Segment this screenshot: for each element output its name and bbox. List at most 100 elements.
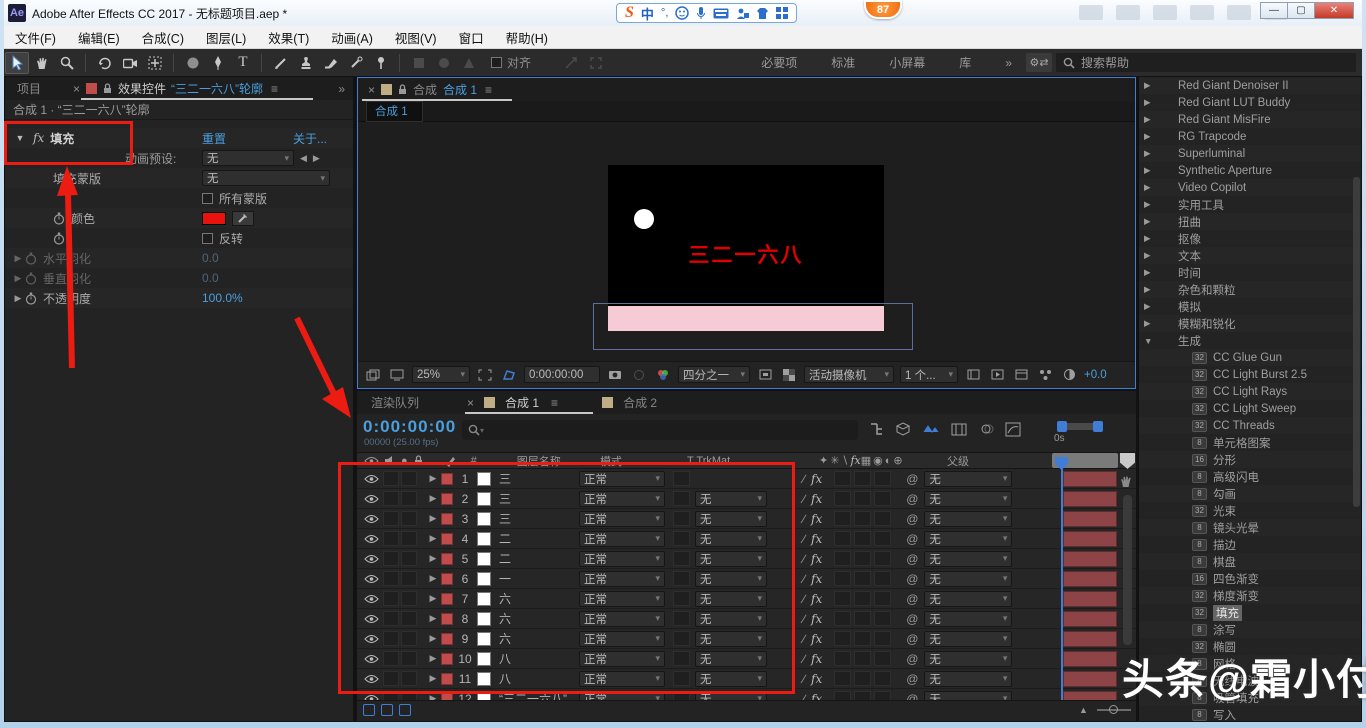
workspace-button[interactable]: » bbox=[1005, 56, 1012, 70]
expander-icon[interactable]: ▶ bbox=[1144, 114, 1157, 125]
stopwatch-icon[interactable] bbox=[25, 252, 37, 265]
expander-icon[interactable]: ▶ bbox=[1144, 233, 1157, 244]
expander-icon[interactable]: ▶ bbox=[1144, 267, 1157, 278]
effects-list-item[interactable]: 8 单元格图案 bbox=[1139, 434, 1361, 451]
effect-label[interactable]: 文本 bbox=[1178, 248, 1201, 264]
expander-right-icon[interactable]: ▶ bbox=[11, 253, 25, 264]
quality-switch-icon[interactable]: ∕ bbox=[803, 632, 805, 646]
switch-cell[interactable] bbox=[834, 531, 851, 546]
switch-cell[interactable] bbox=[874, 591, 891, 606]
parent-dropdown[interactable]: 无▾ bbox=[924, 691, 1012, 701]
quality-switch-icon[interactable]: ∕ bbox=[803, 592, 805, 606]
snapshot-camera-icon[interactable] bbox=[606, 366, 624, 384]
selection-tool[interactable] bbox=[5, 52, 29, 74]
effects-list-item[interactable]: ▶ Red Giant Denoiser II bbox=[1139, 77, 1361, 94]
effects-list-item[interactable]: 8 棋盘 bbox=[1139, 553, 1361, 570]
parent-pickwhip-icon[interactable]: @ bbox=[906, 532, 918, 546]
tab-effect-target[interactable]: “三二一六八”轮廓 bbox=[171, 80, 263, 97]
comp-marker-bin-icon[interactable] bbox=[1120, 453, 1135, 469]
quality-switch-icon[interactable]: ∕ bbox=[803, 472, 805, 486]
switch-cell[interactable] bbox=[874, 651, 891, 666]
comp-view-area[interactable]: 三二一六八 bbox=[358, 122, 1135, 361]
workspace-button[interactable]: 库 bbox=[959, 54, 971, 71]
expander-icon[interactable]: ▶ bbox=[1144, 199, 1157, 210]
layer-duration-bar[interactable] bbox=[1063, 631, 1117, 647]
expand-layer-switches-icon[interactable] bbox=[363, 704, 375, 716]
v-feather-value[interactable]: 0.0 bbox=[202, 271, 219, 285]
menu-item[interactable]: 效果(T) bbox=[257, 28, 320, 47]
switch-cell[interactable] bbox=[834, 571, 851, 586]
timeline-search-field[interactable]: ▾ bbox=[462, 420, 858, 440]
expander-icon[interactable]: ▶ bbox=[1144, 284, 1157, 295]
mask-visibility-icon[interactable] bbox=[500, 366, 518, 384]
stopwatch-icon[interactable] bbox=[53, 232, 65, 245]
h-feather-value[interactable]: 0.0 bbox=[202, 251, 219, 265]
parent-pickwhip-icon[interactable]: @ bbox=[906, 572, 918, 586]
expander-icon[interactable]: ▶ bbox=[1144, 165, 1157, 176]
expander-right-icon[interactable]: ▶ bbox=[11, 293, 25, 304]
white-circle-shape[interactable] bbox=[634, 209, 654, 229]
effect-label[interactable]: Red Giant Denoiser II bbox=[1178, 80, 1289, 92]
effects-list-item[interactable]: ▶ 抠像 bbox=[1139, 230, 1361, 247]
effects-list-item[interactable]: ▶ Red Giant MisFire bbox=[1139, 111, 1361, 128]
fill-mask-dropdown[interactable]: 无▾ bbox=[202, 170, 330, 186]
switch-cell[interactable] bbox=[854, 551, 871, 566]
effect-label[interactable]: 涂写 bbox=[1213, 622, 1236, 638]
timeline-vertical-scrollbar[interactable] bbox=[1123, 495, 1132, 645]
effect-label[interactable]: CC Light Sweep bbox=[1213, 403, 1296, 415]
effect-label[interactable]: CC Glue Gun bbox=[1213, 352, 1282, 364]
parent-dropdown[interactable]: 无▾ bbox=[924, 591, 1012, 607]
parent-pickwhip-icon[interactable]: @ bbox=[906, 592, 918, 606]
switch-cell[interactable] bbox=[854, 631, 871, 646]
tab-render-queue[interactable]: 渲染队列 bbox=[357, 394, 433, 411]
effects-list-item[interactable]: 32 光束 bbox=[1139, 502, 1361, 519]
effect-label[interactable]: 模糊和锐化 bbox=[1178, 316, 1236, 332]
fx-switch-icon[interactable]: fx bbox=[811, 652, 822, 666]
effect-label[interactable]: 扭曲 bbox=[1178, 214, 1201, 230]
switch-cell[interactable] bbox=[874, 611, 891, 626]
active-camera-dropdown[interactable]: 活动摄像机▾ bbox=[804, 366, 894, 383]
workspace-settings-icon[interactable]: ⚙⇄ bbox=[1026, 53, 1052, 72]
expander-icon[interactable]: ▶ bbox=[1144, 216, 1157, 227]
effects-list-item[interactable]: ▶ 文本 bbox=[1139, 247, 1361, 264]
switch-cell[interactable] bbox=[854, 491, 871, 506]
switch-cell[interactable] bbox=[834, 471, 851, 486]
parent-pickwhip-icon[interactable]: @ bbox=[906, 612, 918, 626]
invert-checkbox[interactable] bbox=[202, 233, 213, 244]
effect-label[interactable]: 杂色和颗粒 bbox=[1178, 282, 1236, 298]
parent-dropdown[interactable]: 无▾ bbox=[924, 551, 1012, 567]
comp-tab-label[interactable]: 合成 bbox=[413, 81, 437, 98]
effects-list-item[interactable]: ▶ Red Giant LUT Buddy bbox=[1139, 94, 1361, 111]
parent-pickwhip-icon[interactable]: @ bbox=[906, 552, 918, 566]
fx-switch-icon[interactable]: fx bbox=[811, 592, 822, 606]
effects-list-item[interactable]: ▶ Superluminal bbox=[1139, 145, 1361, 162]
workspace-button[interactable]: 标准 bbox=[831, 54, 855, 71]
switch-cell[interactable] bbox=[834, 591, 851, 606]
close-button[interactable]: ✕ bbox=[1314, 2, 1354, 19]
pen-tool[interactable] bbox=[206, 52, 230, 74]
microphone-icon[interactable] bbox=[696, 6, 706, 20]
draft-3d-icon[interactable] bbox=[895, 422, 911, 437]
roto-brush-tool[interactable] bbox=[344, 52, 368, 74]
switch-cell[interactable] bbox=[874, 551, 891, 566]
maximize-button[interactable]: ▢ bbox=[1287, 2, 1315, 19]
effect-label[interactable]: CC Threads bbox=[1213, 420, 1275, 432]
layer-duration-bar[interactable] bbox=[1063, 571, 1117, 587]
stopwatch-icon[interactable] bbox=[25, 272, 37, 285]
search-help-field[interactable]: 搜索帮助 bbox=[1056, 53, 1356, 72]
fx-switch-icon[interactable]: fx bbox=[811, 532, 822, 546]
menu-item[interactable]: 合成(C) bbox=[131, 28, 195, 47]
switch-cell[interactable] bbox=[874, 571, 891, 586]
shy-layers-icon[interactable] bbox=[922, 422, 940, 437]
menu-item[interactable]: 编辑(E) bbox=[67, 28, 131, 47]
effects-list-item[interactable]: ▼ 生成 bbox=[1139, 332, 1361, 349]
parent-pickwhip-icon[interactable]: @ bbox=[906, 672, 918, 686]
stopwatch-icon[interactable] bbox=[53, 212, 65, 225]
effect-label[interactable]: Superluminal bbox=[1178, 148, 1245, 160]
sogou-logo-icon[interactable]: S bbox=[625, 4, 634, 22]
effect-label[interactable]: 抠像 bbox=[1178, 231, 1201, 247]
comp-tab-name[interactable]: 合成 1 bbox=[443, 81, 477, 98]
parent-pickwhip-icon[interactable]: @ bbox=[906, 652, 918, 666]
layer-duration-bar[interactable] bbox=[1063, 471, 1117, 487]
fx-switch-icon[interactable]: fx bbox=[811, 472, 822, 486]
